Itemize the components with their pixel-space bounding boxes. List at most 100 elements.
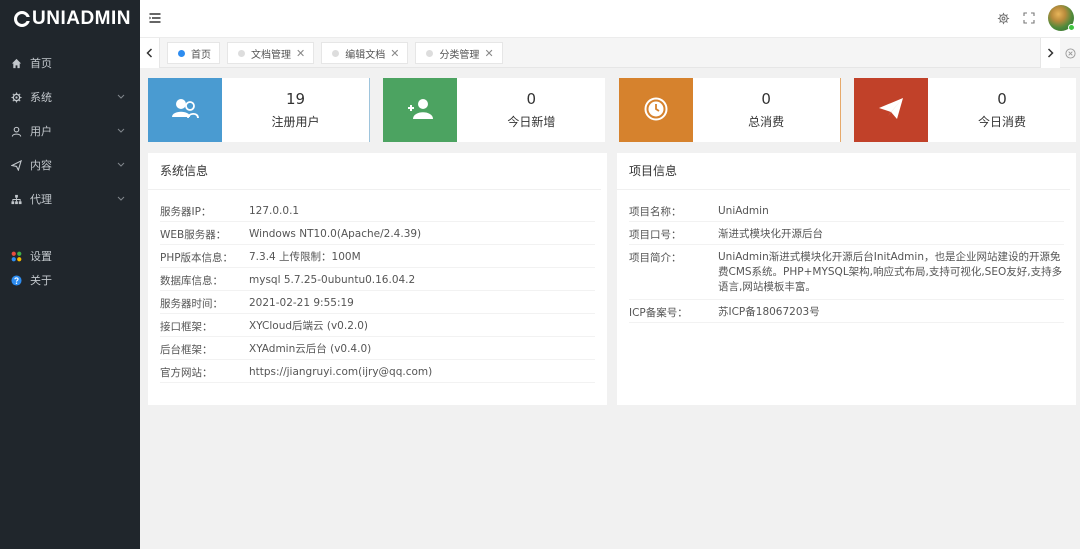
home-icon (10, 57, 22, 69)
send-icon (10, 159, 22, 171)
sidebar-item-label: 系统 (30, 91, 52, 104)
chevron-down-icon (116, 126, 126, 136)
dot-icon (332, 49, 340, 57)
top-header (140, 0, 1080, 38)
stat-value: 0 (761, 90, 771, 108)
info-row: 项目口号： 渐进式模块化开源后台 (629, 222, 1064, 245)
settings-gear-icon[interactable] (996, 11, 1010, 25)
tab-scroll-right-button[interactable] (1040, 38, 1060, 68)
apps-icon (10, 250, 22, 262)
sidebar-item-label: 用户 (30, 125, 52, 138)
info-row: 接口框架： XYCloud后端云 (v0.2.0) (160, 314, 595, 337)
stat-label: 今日消费 (977, 115, 1026, 129)
panel-title: 项目信息 (617, 153, 1070, 190)
sidebar-item-agent[interactable]: 代理 (0, 182, 140, 216)
sidebar-item-home[interactable]: 首页 (0, 46, 140, 80)
logo-text: UNIADMIN (32, 8, 131, 29)
stat-card-registered-users[interactable]: 19 注册用户 (148, 78, 370, 142)
info-row: 数据库信息： mysql 5.7.25-0ubuntu0.16.04.2 (160, 268, 595, 291)
stat-body: 0 今日消费 (928, 78, 1076, 142)
info-key: 服务器时间： (160, 298, 223, 310)
question-icon (10, 274, 22, 286)
header-actions (996, 5, 1075, 31)
stat-body: 0 总消费 (693, 78, 840, 142)
tab-bar: 首页 文档管理 ✕ 编辑文档 ✕ 分类管理 ✕ (140, 38, 1080, 68)
tab-label: 首页 (191, 49, 211, 61)
info-value: UniAdmin (718, 205, 769, 217)
close-all-tabs-icon[interactable] (1060, 38, 1080, 68)
dot-icon (426, 49, 434, 57)
sidebar-item-label: 设置 (30, 250, 52, 263)
info-row: 服务器IP： 127.0.0.1 (160, 199, 595, 222)
logo[interactable]: UNIADMIN (0, 0, 140, 38)
tab-category-manage[interactable]: 分类管理 ✕ (415, 42, 503, 64)
close-icon[interactable]: ✕ (296, 47, 305, 60)
info-value: 苏ICP备18067203号 (718, 306, 820, 318)
sidebar-item-label: 关于 (30, 274, 52, 287)
info-panels: 系统信息 服务器IP： 127.0.0.1 WEB服务器： Windows NT10… (148, 153, 1076, 405)
sidebar: UNIADMIN 首页 系统 用户 内容 代理 设置 关于 (0, 0, 140, 549)
info-key: WEB服务器： (160, 229, 227, 241)
panel-body: 项目名称： UniAdmin 项目口号： 渐进式模块化开源后台 项目简介： UniAd… (617, 190, 1076, 323)
info-row: 后台框架： XYAdmin云后台 (v0.4.0) (160, 337, 595, 360)
stat-card-today-spend[interactable]: 0 今日消费 (853, 78, 1076, 142)
add-user-icon (405, 98, 435, 123)
avatar[interactable] (1048, 5, 1075, 31)
info-row: WEB服务器： Windows NT10.0(Apache/2.4.39) (160, 222, 595, 245)
user-icon (10, 125, 22, 137)
sidebar-item-about[interactable]: 关于 (0, 268, 140, 292)
tab-label: 分类管理 (439, 49, 480, 61)
chevron-down-icon (116, 194, 126, 204)
sitemap-icon (10, 193, 22, 205)
info-key: 项目口号： (629, 229, 682, 241)
project-info-panel: 项目信息 项目名称： UniAdmin 项目口号： 渐进式模块化开源后台 项目简介：… (617, 153, 1076, 405)
stat-icon-box (618, 78, 693, 142)
info-value: 渐进式模块化开源后台 (718, 228, 823, 240)
stat-icon-box (148, 78, 222, 142)
logo-mark-icon (14, 11, 31, 27)
info-key: ICP备案号： (629, 307, 688, 319)
info-value: 2021-02-21 9:55:19 (249, 297, 354, 309)
chevron-down-icon (116, 92, 126, 102)
info-key: 后台框架： (160, 344, 213, 356)
info-key: 数据库信息： (160, 275, 223, 287)
app-root: UNIADMIN 首页 系统 用户 内容 代理 设置 关于 首页 文档管理 ✕ … (0, 0, 1080, 549)
info-row: 项目简介： UniAdmin渐进式模块化开源后台InitAdmin，也是企业网站建… (629, 245, 1064, 300)
menu-toggle-icon[interactable] (149, 12, 161, 24)
official-site-link[interactable]: https://jiangruyi.com(ijry@qq.com) (249, 365, 595, 380)
stat-card-today-new[interactable]: 0 今日新增 (383, 78, 606, 142)
info-key: 项目名称： (629, 206, 682, 218)
info-value: mysql 5.7.25-0ubuntu0.16.04.2 (249, 274, 416, 286)
panel-title: 系统信息 (148, 153, 601, 190)
stat-icon-box (853, 78, 928, 142)
paper-plane-icon (878, 97, 904, 124)
info-row: 项目名称： UniAdmin (629, 199, 1064, 222)
sidebar-item-content[interactable]: 内容 (0, 148, 140, 182)
sidebar-item-system[interactable]: 系统 (0, 80, 140, 114)
sidebar-item-user[interactable]: 用户 (0, 114, 140, 148)
menu-divider (0, 216, 140, 244)
stat-card-total-spend[interactable]: 0 总消费 (618, 78, 841, 142)
users-icon (171, 97, 199, 124)
stats-row: 19 注册用户 0 今日新增 0 总消费 0 今日消费 (148, 78, 1076, 142)
stat-icon-box (383, 78, 458, 142)
info-value: UniAdmin渐进式模块化开源后台InitAdmin，也是企业网站建设的开源免… (718, 251, 1063, 293)
main-content: 19 注册用户 0 今日新增 0 总消费 0 今日消费 系统信息 服务器IP： … (148, 78, 1076, 405)
close-icon[interactable]: ✕ (390, 47, 399, 60)
info-key: PHP版本信息： (160, 252, 234, 264)
tab-home[interactable]: 首页 (167, 42, 220, 64)
tab-label: 文档管理 (251, 49, 291, 61)
panel-body: 服务器IP： 127.0.0.1 WEB服务器： Windows NT10.0(Ap… (148, 190, 607, 383)
system-info-panel: 系统信息 服务器IP： 127.0.0.1 WEB服务器： Windows NT10… (148, 153, 607, 405)
stat-value: 0 (526, 90, 537, 108)
active-dot-icon (178, 49, 185, 57)
stat-value: 19 (285, 90, 306, 108)
close-icon[interactable]: ✕ (484, 47, 493, 60)
tab-doc-edit[interactable]: 编辑文档 ✕ (321, 42, 409, 64)
fullscreen-icon[interactable] (1022, 11, 1036, 25)
tab-scroll-left-button[interactable] (140, 38, 160, 68)
stat-body: 0 今日新增 (457, 78, 605, 142)
sidebar-item-settings[interactable]: 设置 (0, 244, 140, 268)
tab-doc-manage[interactable]: 文档管理 ✕ (227, 42, 315, 64)
online-status-icon (1068, 24, 1075, 31)
